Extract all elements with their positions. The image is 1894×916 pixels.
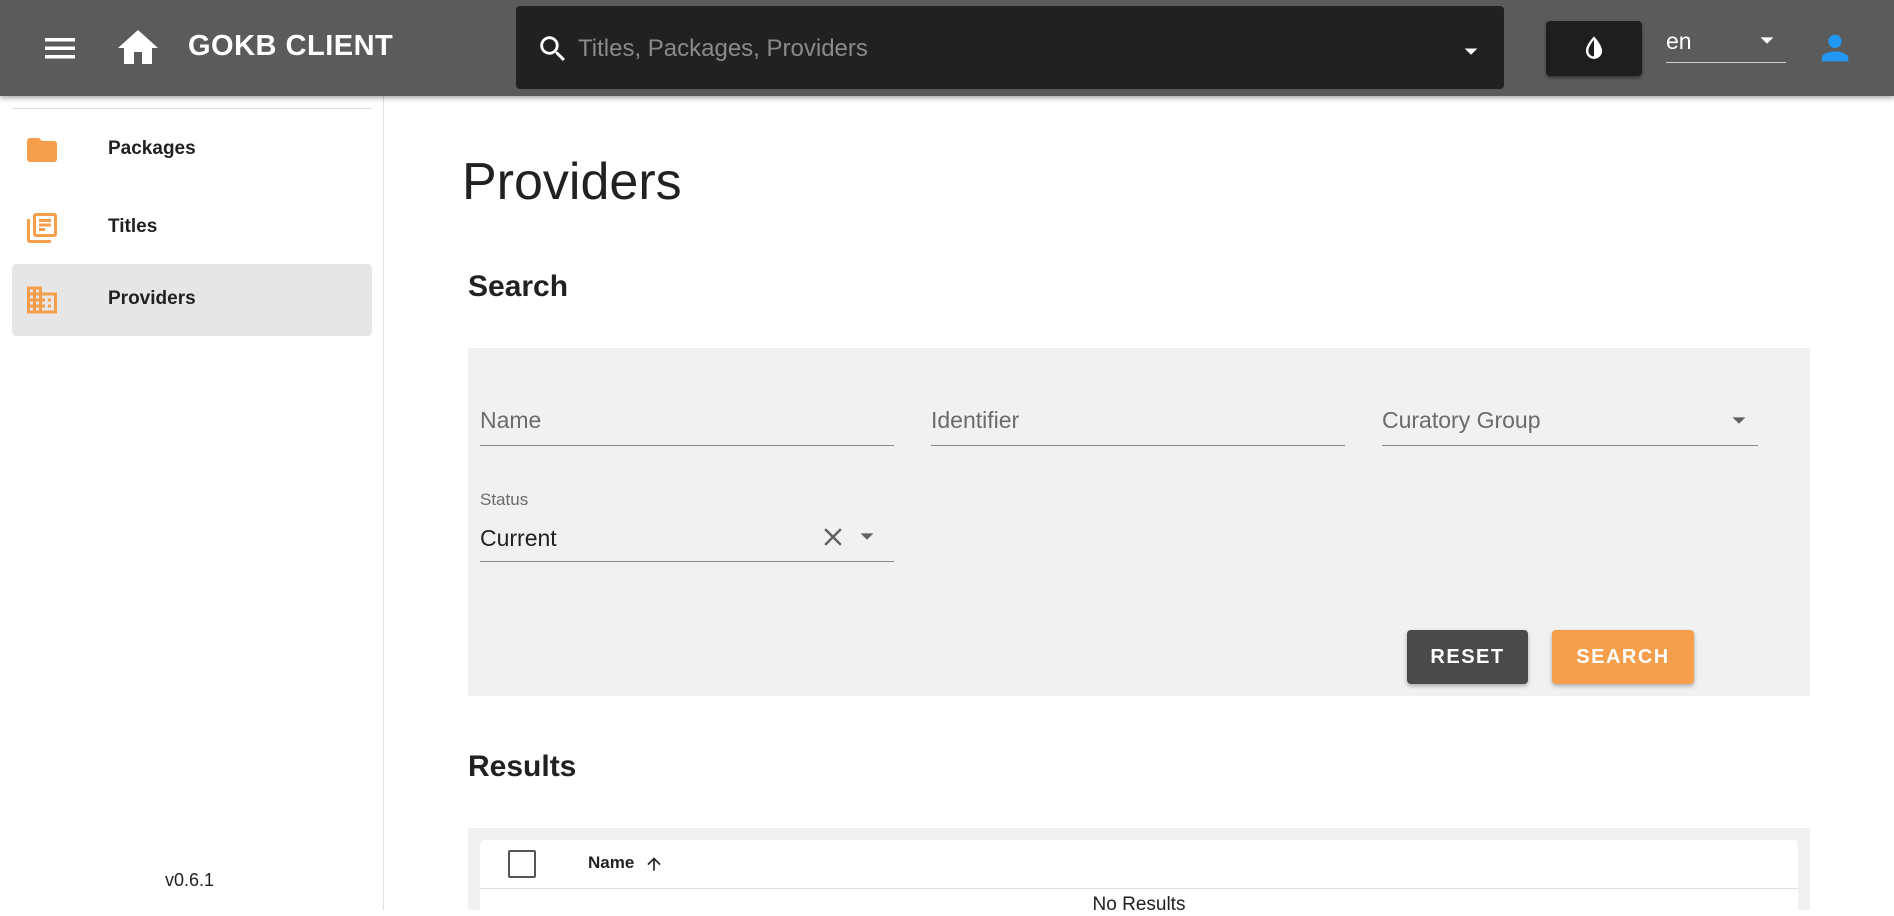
select-all-checkbox[interactable]	[508, 850, 536, 878]
sidebar: Packages Titles Providers v0.6.1	[0, 96, 384, 910]
chevron-down-icon[interactable]	[1456, 36, 1486, 66]
search-button[interactable]: SEARCH	[1552, 630, 1694, 684]
folder-icon	[27, 138, 57, 162]
results-table: Name No Results	[480, 840, 1798, 915]
search-icon	[540, 36, 566, 62]
home-icon	[118, 30, 158, 64]
chevron-down-icon	[1760, 37, 1774, 44]
app-title[interactable]: GOKB CLIENT	[188, 30, 393, 63]
app-bar: GOKB CLIENT en	[0, 0, 1894, 96]
domain-icon	[27, 286, 57, 314]
table-header: Name	[480, 840, 1798, 889]
sidebar-item-label: Titles	[108, 216, 158, 237]
sidebar-item-providers[interactable]: Providers	[12, 264, 372, 336]
field-underline	[480, 561, 894, 562]
menu-button[interactable]	[38, 24, 82, 72]
name-field[interactable]: Name	[480, 366, 894, 446]
close-icon[interactable]	[818, 522, 848, 552]
name-field-placeholder: Name	[480, 407, 542, 433]
identifier-field[interactable]: Identifier	[931, 366, 1345, 446]
reset-button[interactable]: RESET	[1407, 630, 1528, 684]
search-section-title: Search	[468, 270, 569, 303]
identifier-field-placeholder: Identifier	[931, 407, 1020, 433]
empty-results-text: No Results	[1092, 894, 1186, 915]
account-icon	[1821, 34, 1849, 62]
field-underline	[1382, 445, 1758, 446]
curatory-group-placeholder: Curatory Group	[1382, 407, 1541, 433]
field-underline	[480, 445, 894, 446]
menu-icon	[45, 38, 75, 59]
field-underline	[931, 445, 1345, 446]
column-header-name[interactable]: Name	[588, 853, 634, 873]
sidebar-item-label: Providers	[108, 288, 196, 309]
home-button[interactable]	[114, 24, 162, 72]
account-button[interactable]	[1815, 26, 1855, 70]
sidebar-item-label: Packages	[108, 138, 196, 159]
status-value: Current	[480, 525, 557, 551]
global-search[interactable]	[516, 6, 1504, 89]
divider	[12, 108, 372, 109]
arrow-up-icon[interactable]	[644, 854, 664, 874]
chevron-down-icon	[860, 533, 874, 540]
language-select[interactable]: en	[1666, 22, 1786, 63]
page-title: Providers	[462, 153, 682, 211]
results-section-title: Results	[468, 750, 577, 783]
curatory-group-select[interactable]: Curatory Group	[1382, 366, 1758, 446]
theme-toggle-button[interactable]	[1546, 21, 1642, 76]
status-select[interactable]: Status Current	[480, 482, 894, 562]
status-label: Status	[480, 490, 529, 509]
language-value: en	[1666, 28, 1692, 54]
global-search-input[interactable]	[576, 26, 1440, 72]
sidebar-item-titles[interactable]: Titles	[12, 192, 372, 264]
library-books-icon	[27, 213, 57, 243]
app-version: v0.6.1	[165, 870, 215, 890]
contrast-icon	[1585, 36, 1603, 59]
sidebar-item-packages[interactable]: Packages	[12, 114, 372, 186]
chevron-down-icon	[1732, 417, 1746, 424]
